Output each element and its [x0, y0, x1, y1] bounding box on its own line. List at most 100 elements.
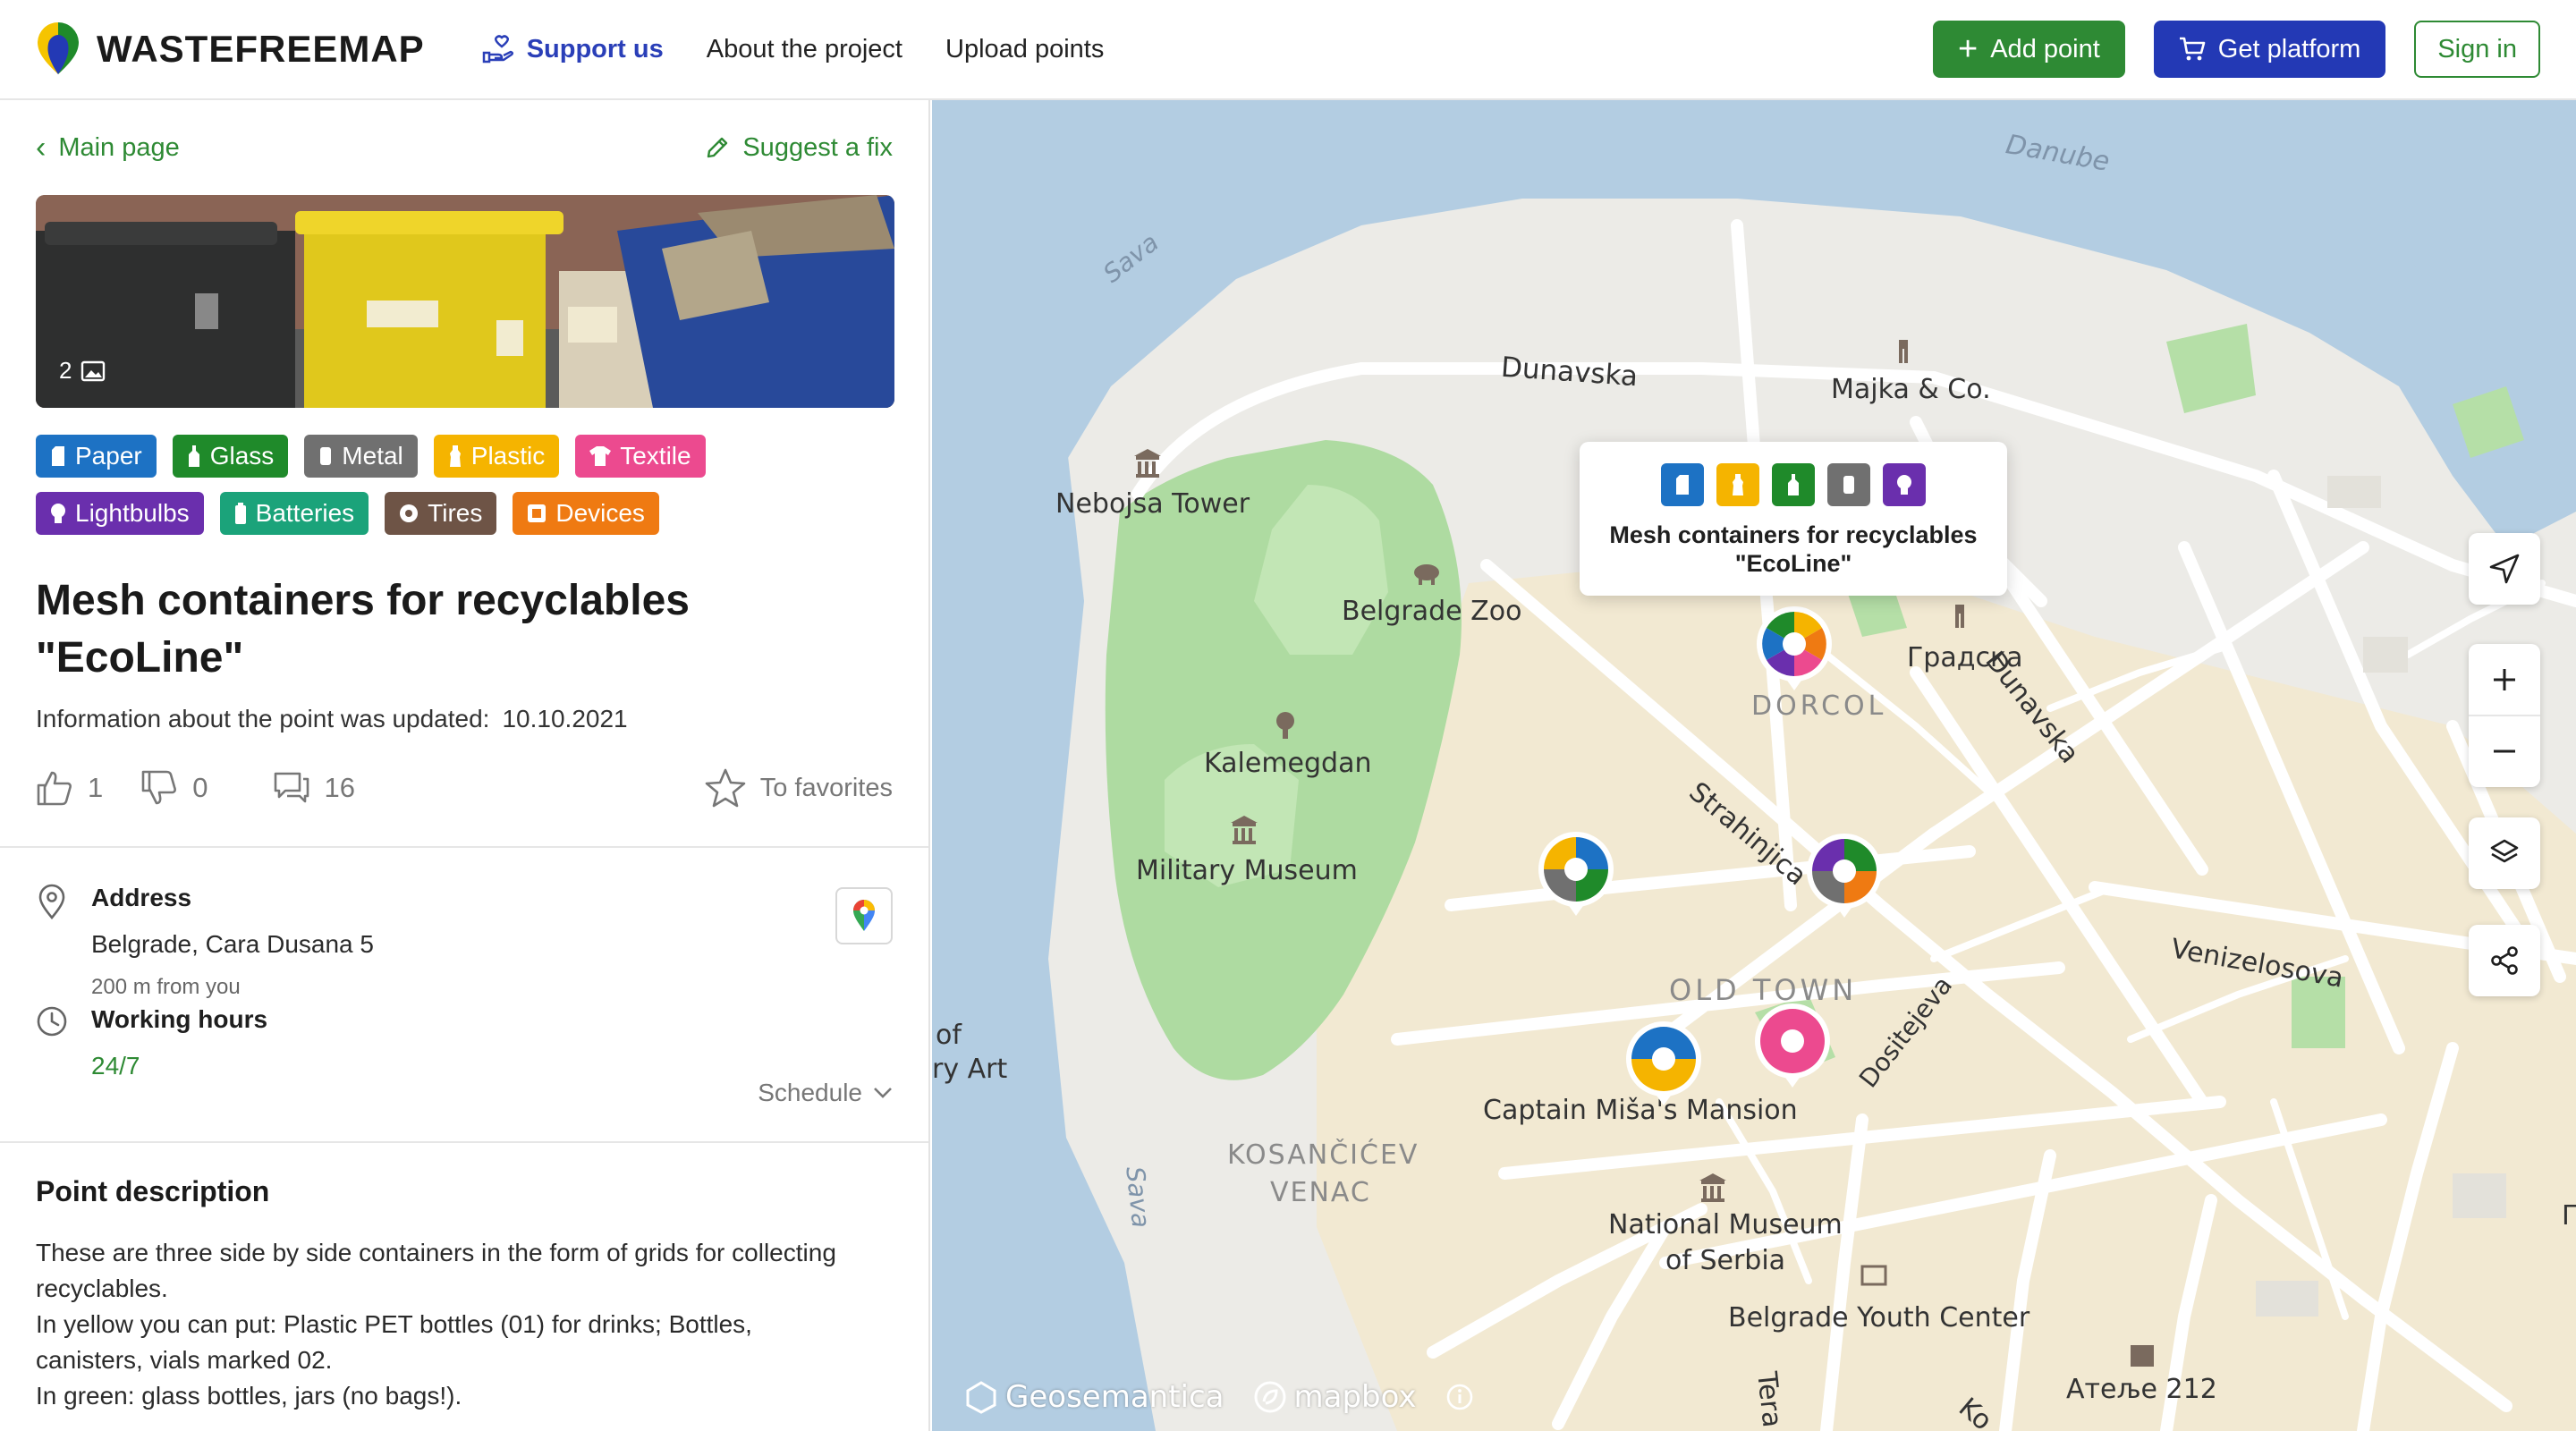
main-page-link[interactable]: ‹ Main page: [36, 131, 180, 165]
zoom-in-button[interactable]: [2469, 645, 2540, 715]
info-icon[interactable]: [1445, 1383, 1474, 1411]
like-button[interactable]: 1: [36, 770, 103, 806]
map-view[interactable]: Danube Sava Sava Dunavska Majka & Co. Ne…: [932, 100, 2576, 1431]
location-pin-icon: [38, 884, 65, 919]
tag-devices: Devices: [513, 492, 659, 535]
popup-glass-icon: [1772, 463, 1815, 506]
tag-label: Batteries: [255, 499, 355, 527]
locate-me-button[interactable]: [2469, 533, 2540, 605]
suggest-fix-link[interactable]: Suggest a fix: [705, 133, 893, 163]
tag-label: Plastic: [470, 442, 546, 470]
description-section: Point description These are three side b…: [0, 1143, 928, 1414]
star-icon: [705, 768, 746, 808]
popup-title: Mesh containers for recyclables "EcoLine…: [1609, 521, 1978, 577]
point-details-panel: ‹ Main page Suggest a fix 2 Paper Glass …: [0, 100, 930, 1431]
likes-count: 1: [88, 772, 104, 803]
main-nav: Support us About the project Upload poin…: [482, 35, 1104, 64]
geosemantica-logo[interactable]: Geosemantica: [964, 1379, 1224, 1415]
tag-batteries: Batteries: [219, 492, 369, 535]
zoom-controls: [2469, 644, 2540, 787]
point-title: Mesh containers for recyclables "EcoLine…: [36, 577, 690, 682]
address-value: Belgrade, Cara Dusana 5: [91, 930, 374, 958]
main-page-label: Main page: [58, 132, 180, 162]
comments-icon: [274, 772, 309, 803]
hours-row: Working hours 24/7: [36, 1005, 893, 1080]
description-line: In yellow you can put: Plastic PET bottl…: [36, 1310, 752, 1374]
get-platform-button[interactable]: Get platform: [2153, 21, 2386, 78]
hand-heart-icon: [482, 35, 513, 64]
point-popup[interactable]: Mesh containers for recyclables "EcoLine…: [1580, 442, 2007, 596]
map-label-venac: VENAC: [1270, 1177, 1371, 1208]
tag-plastic: Plastic: [433, 435, 560, 478]
map-label-dorcol: DORCOL: [1751, 690, 1887, 722]
map-label-of-serbia: of Serbia: [1665, 1245, 1786, 1276]
plastic-bottle-icon: [449, 445, 461, 467]
tag-tires: Tires: [385, 492, 497, 535]
tag-label: Metal: [342, 442, 403, 470]
map-label-majka: Majka & Co.: [1831, 374, 1991, 405]
panel-topbar: ‹ Main page Suggest a fix: [0, 100, 928, 195]
layers-icon: [2490, 839, 2519, 863]
geosemantica-icon: [966, 1381, 996, 1414]
tag-lightbulbs: Lightbulbs: [36, 492, 204, 535]
lightbulb-icon: [51, 504, 65, 523]
plus-icon: +: [1958, 30, 1979, 68]
map-label-sava-bottom: Sava: [1120, 1164, 1157, 1230]
favorites-label: To favorites: [759, 773, 893, 802]
tag-label: Lightbulbs: [75, 499, 190, 527]
tag-label: Paper: [75, 442, 142, 470]
tag-textile: Textile: [575, 435, 706, 478]
mapbox-label: mapbox: [1293, 1379, 1417, 1415]
layers-button[interactable]: [2469, 817, 2540, 889]
map-label-of: of: [936, 1020, 962, 1051]
chevron-left-icon: ‹: [36, 130, 47, 165]
upload-points-link[interactable]: Upload points: [945, 35, 1104, 64]
map-label-tera: Tera: [1750, 1370, 1788, 1429]
description-title: Point description: [36, 1175, 270, 1207]
map-label-nebojsa-tower: Nebojsa Tower: [1055, 488, 1250, 520]
logo[interactable]: WASTEFREEMAP: [36, 22, 425, 76]
tag-paper: Paper: [36, 435, 157, 478]
address-label: Address: [91, 884, 192, 911]
open-google-maps-button[interactable]: [835, 887, 893, 944]
cart-icon: [2179, 37, 2206, 61]
about-project-link[interactable]: About the project: [707, 35, 902, 64]
point-photo[interactable]: 2: [36, 195, 894, 408]
updated-label: Information about the point was updated:: [36, 705, 490, 732]
support-us-link[interactable]: Support us: [482, 35, 664, 64]
map-marker-point[interactable]: [1537, 832, 1615, 918]
updated-info: Information about the point was updated:…: [0, 705, 928, 733]
map-marker-point[interactable]: [1753, 1003, 1832, 1089]
map-label-old-town: OLD TOWN: [1669, 973, 1858, 1007]
comments-button[interactable]: 16: [273, 771, 355, 805]
dislike-button[interactable]: 0: [140, 770, 208, 806]
mapbox-logo[interactable]: mapbox: [1253, 1379, 1417, 1415]
map-marker-point[interactable]: [1624, 1021, 1703, 1107]
popup-paper-icon: [1661, 463, 1704, 506]
sign-in-button[interactable]: Sign in: [2414, 21, 2540, 78]
address-content: Address Belgrade, Cara Dusana 5 200 m fr…: [91, 884, 374, 1000]
plus-icon: [2494, 669, 2515, 690]
map-label-kosancicev: KOSANČIĆEV: [1227, 1139, 1419, 1171]
zoom-out-button[interactable]: [2469, 716, 2540, 786]
map-marker-selected[interactable]: [1755, 606, 1834, 692]
address-row: Address Belgrade, Cara Dusana 5 200 m fr…: [36, 884, 893, 1000]
bottle-icon: [188, 445, 199, 467]
device-icon: [528, 504, 547, 522]
add-point-button[interactable]: + Add point: [1933, 21, 2125, 78]
map-label-belgrade-zoo: Belgrade Zoo: [1342, 596, 1522, 627]
can-icon: [320, 447, 332, 465]
waste-type-tags: Paper Glass Metal Plastic Textile Lightb…: [0, 408, 894, 535]
map-attribution: Geosemantica mapbox: [964, 1379, 1474, 1415]
header-actions: + Add point Get platform Sign in: [1933, 21, 2540, 78]
schedule-dropdown[interactable]: Schedule: [758, 1079, 893, 1107]
tire-icon: [400, 504, 419, 522]
support-us-label: Support us: [526, 34, 664, 64]
address-distance: 200 m from you: [91, 975, 241, 999]
logo-icon: [38, 22, 79, 74]
map-label-ry-art: ry Art: [932, 1054, 1008, 1085]
updated-date: 10.10.2021: [502, 705, 628, 732]
map-marker-point[interactable]: [1805, 834, 1884, 919]
share-button[interactable]: [2469, 925, 2540, 996]
add-to-favorites-button[interactable]: To favorites: [705, 768, 893, 808]
